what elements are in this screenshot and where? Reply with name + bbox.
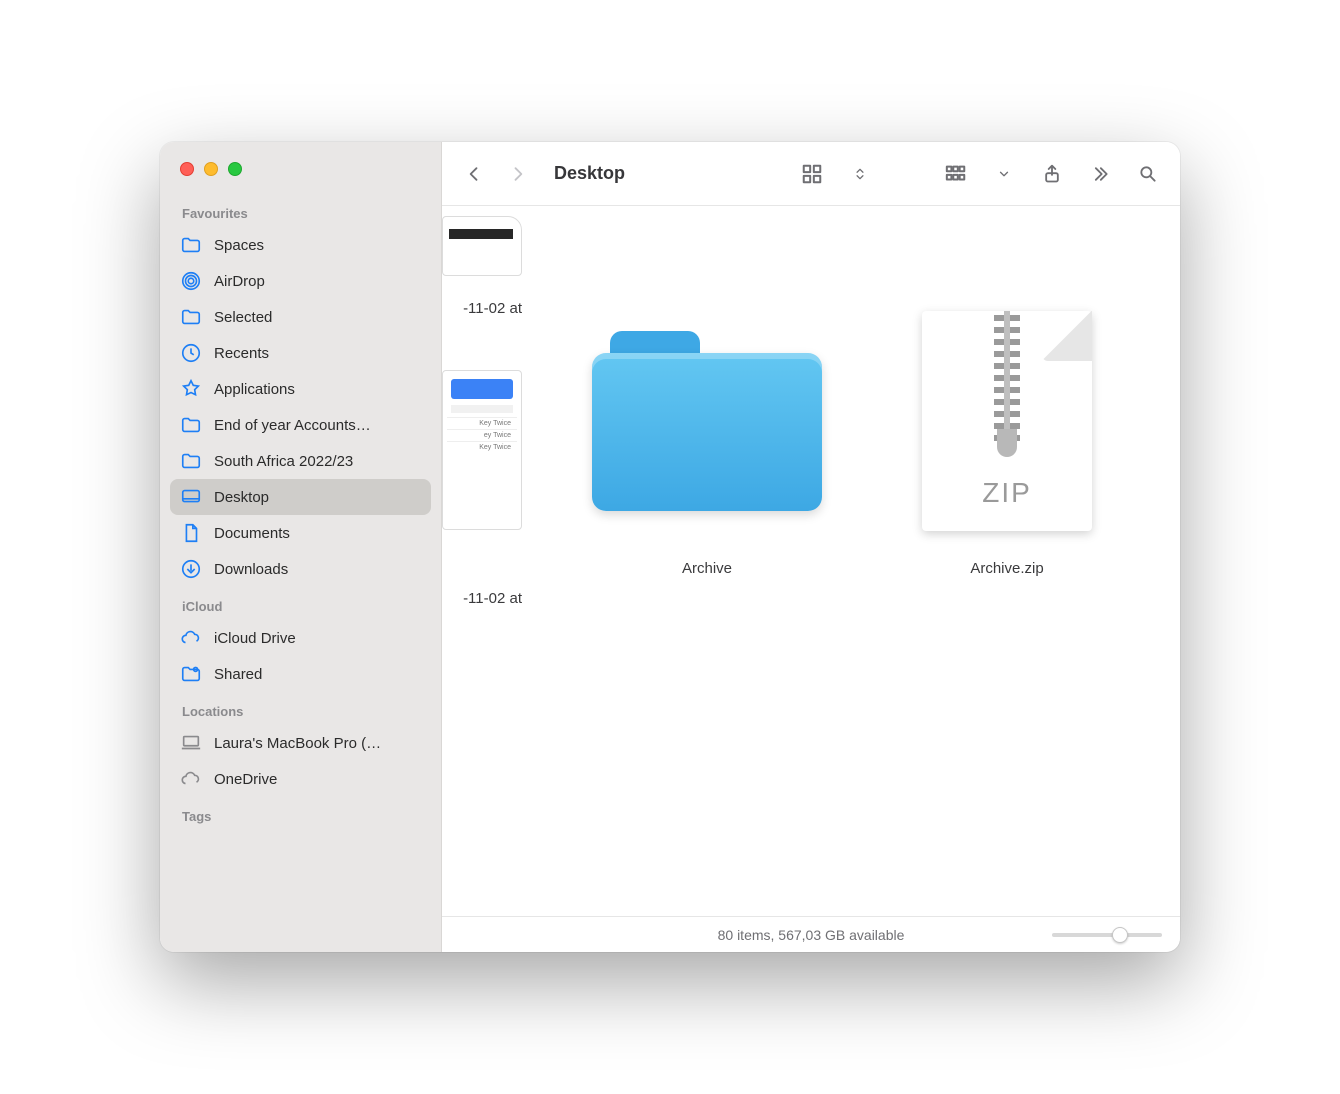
- sidebar-item-accounts[interactable]: End of year Accounts…: [170, 407, 431, 443]
- toolbar-group-right: [798, 160, 1162, 188]
- share-button[interactable]: [1038, 160, 1066, 188]
- sidebar-section-icloud: iCloud: [160, 587, 441, 620]
- sidebar-section-favourites: Favourites: [160, 194, 441, 227]
- applications-icon: [180, 378, 202, 400]
- sidebar-section-locations: Locations: [160, 692, 441, 725]
- cloud-icon: [180, 627, 202, 649]
- file-label: Archive: [682, 560, 732, 580]
- sidebar-item-label: End of year Accounts…: [214, 417, 371, 434]
- download-icon: [180, 558, 202, 580]
- zoom-slider[interactable]: [1052, 933, 1162, 937]
- sidebar-item-label: OneDrive: [214, 771, 277, 788]
- sidebar-list-favourites: Spaces AirDrop Selected Recents Applicat…: [160, 227, 441, 587]
- clock-icon: [180, 342, 202, 364]
- sidebar-item-label: AirDrop: [214, 273, 265, 290]
- zip-badge: ZIP: [922, 477, 1092, 509]
- zip-file-icon: ZIP: [892, 306, 1122, 536]
- forward-button[interactable]: [504, 160, 532, 188]
- window-controls: [160, 156, 441, 194]
- file-item-archive-folder[interactable]: Archive: [592, 216, 822, 580]
- cloud-icon: [180, 768, 202, 790]
- sidebar-item-airdrop[interactable]: AirDrop: [170, 263, 431, 299]
- desktop-icon: [180, 486, 202, 508]
- sidebar-item-label: Shared: [214, 666, 262, 683]
- sidebar-item-label: Documents: [214, 525, 290, 542]
- laptop-icon: [180, 732, 202, 754]
- folder-icon: [592, 306, 822, 536]
- window-title: Desktop: [554, 163, 625, 184]
- toolbar: Desktop: [442, 142, 1180, 206]
- main-pane: Desktop -11-02 at: [442, 142, 1180, 952]
- search-button[interactable]: [1134, 160, 1162, 188]
- sidebar-item-selected[interactable]: Selected: [170, 299, 431, 335]
- status-bar: 80 items, 567,03 GB available: [442, 916, 1180, 952]
- folder-icon: [180, 414, 202, 436]
- sidebar-item-label: iCloud Drive: [214, 630, 296, 647]
- status-text: 80 items, 567,03 GB available: [718, 927, 905, 943]
- sidebar-item-applications[interactable]: Applications: [170, 371, 431, 407]
- zoom-slider-knob[interactable]: [1112, 927, 1128, 943]
- file-grid[interactable]: -11-02 at Key Twice ey Twice Key Twice -…: [442, 206, 1180, 916]
- view-mode-button[interactable]: [798, 160, 826, 188]
- up-down-icon[interactable]: [846, 160, 874, 188]
- sidebar-item-shared[interactable]: Shared: [170, 656, 431, 692]
- sidebar-item-recents[interactable]: Recents: [170, 335, 431, 371]
- airdrop-icon: [180, 270, 202, 292]
- sidebar: Favourites Spaces AirDrop Selected Recen…: [160, 142, 442, 952]
- sidebar-item-label: Applications: [214, 381, 295, 398]
- back-button[interactable]: [460, 160, 488, 188]
- sidebar-item-icloud-drive[interactable]: iCloud Drive: [170, 620, 431, 656]
- sidebar-list-locations: Laura's MacBook Pro (… OneDrive: [160, 725, 441, 797]
- sidebar-item-macbook[interactable]: Laura's MacBook Pro (…: [170, 725, 431, 761]
- chevron-down-icon[interactable]: [990, 160, 1018, 188]
- sidebar-item-label: Desktop: [214, 489, 269, 506]
- sidebar-item-onedrive[interactable]: OneDrive: [170, 761, 431, 797]
- sidebar-section-tags: Tags: [160, 797, 441, 830]
- sidebar-item-spaces[interactable]: Spaces: [170, 227, 431, 263]
- sidebar-item-label: Spaces: [214, 237, 264, 254]
- sidebar-item-desktop[interactable]: Desktop: [170, 479, 431, 515]
- file-label: -11-02 at: [463, 300, 522, 320]
- finder-window: Favourites Spaces AirDrop Selected Recen…: [160, 142, 1180, 952]
- file-label: -11-02 at: [463, 590, 522, 610]
- fullscreen-window-button[interactable]: [228, 162, 242, 176]
- sidebar-item-downloads[interactable]: Downloads: [170, 551, 431, 587]
- folder-icon: [180, 306, 202, 328]
- minimize-window-button[interactable]: [204, 162, 218, 176]
- folder-icon: [180, 450, 202, 472]
- file-item-archive-zip[interactable]: ZIP Archive.zip: [892, 216, 1122, 580]
- sidebar-item-label: Recents: [214, 345, 269, 362]
- file-thumbnail: [442, 216, 522, 276]
- file-item-partial-left[interactable]: -11-02 at Key Twice ey Twice Key Twice -…: [442, 216, 522, 610]
- sidebar-item-south-africa[interactable]: South Africa 2022/23: [170, 443, 431, 479]
- sidebar-item-label: Downloads: [214, 561, 288, 578]
- folder-icon: [180, 234, 202, 256]
- file-label: Archive.zip: [970, 560, 1043, 580]
- close-window-button[interactable]: [180, 162, 194, 176]
- group-button[interactable]: [942, 160, 970, 188]
- shared-folder-icon: [180, 663, 202, 685]
- more-button[interactable]: [1086, 160, 1114, 188]
- document-icon: [180, 522, 202, 544]
- sidebar-item-label: South Africa 2022/23: [214, 453, 353, 470]
- sidebar-item-label: Selected: [214, 309, 272, 326]
- sidebar-list-icloud: iCloud Drive Shared: [160, 620, 441, 692]
- sidebar-item-label: Laura's MacBook Pro (…: [214, 735, 381, 752]
- file-thumbnail: Key Twice ey Twice Key Twice: [442, 370, 522, 530]
- sidebar-item-documents[interactable]: Documents: [170, 515, 431, 551]
